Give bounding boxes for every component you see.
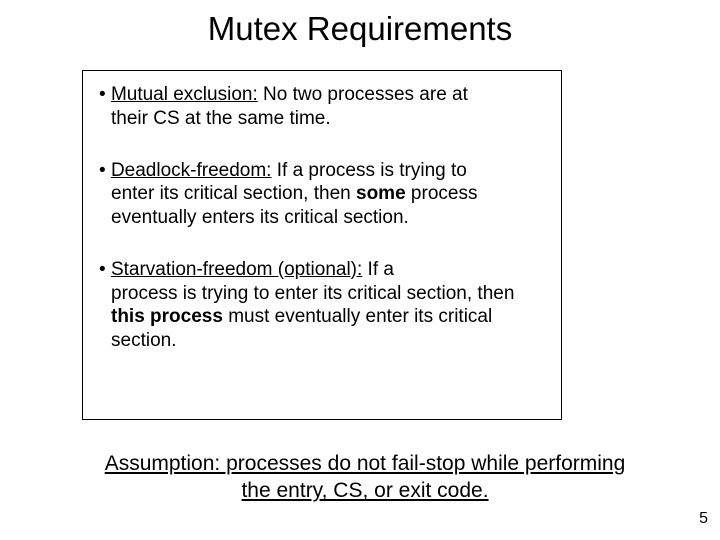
lead-text: No two processes are at: [258, 84, 468, 105]
lead-text: If a process is trying to: [271, 160, 466, 181]
page-number: 5: [699, 510, 708, 528]
body-text: their CS at the same time.: [97, 107, 545, 131]
bullet-starvation-freedom: • Starvation-freedom (optional): If a pr…: [97, 258, 545, 353]
bold-some: some: [356, 183, 406, 204]
term-starvation-freedom: Starvation-freedom (optional):: [111, 259, 362, 280]
lead-text: If a: [362, 259, 394, 280]
term-deadlock-freedom: Deadlock-freedom:: [111, 160, 272, 181]
bold-this-process: this process: [111, 306, 223, 327]
bullet-deadlock-freedom: • Deadlock-freedom: If a process is tryi…: [97, 159, 545, 230]
requirements-box: • Mutual exclusion: No two processes are…: [82, 70, 562, 420]
body-text: enter its critical section, then some pr…: [97, 182, 545, 230]
bullet-marker: •: [99, 160, 111, 181]
slide: Mutex Requirements • Mutual exclusion: N…: [0, 0, 720, 540]
body-text: process is trying to enter its critical …: [97, 282, 545, 353]
bullet-mutual-exclusion: • Mutual exclusion: No two processes are…: [97, 83, 545, 131]
bullet-marker: •: [99, 84, 111, 105]
term-mutual-exclusion: Mutual exclusion:: [111, 84, 258, 105]
bullet-marker: •: [99, 259, 111, 280]
slide-title: Mutex Requirements: [0, 0, 720, 48]
assumption-text: Assumption: processes do not fail-stop w…: [100, 450, 630, 505]
